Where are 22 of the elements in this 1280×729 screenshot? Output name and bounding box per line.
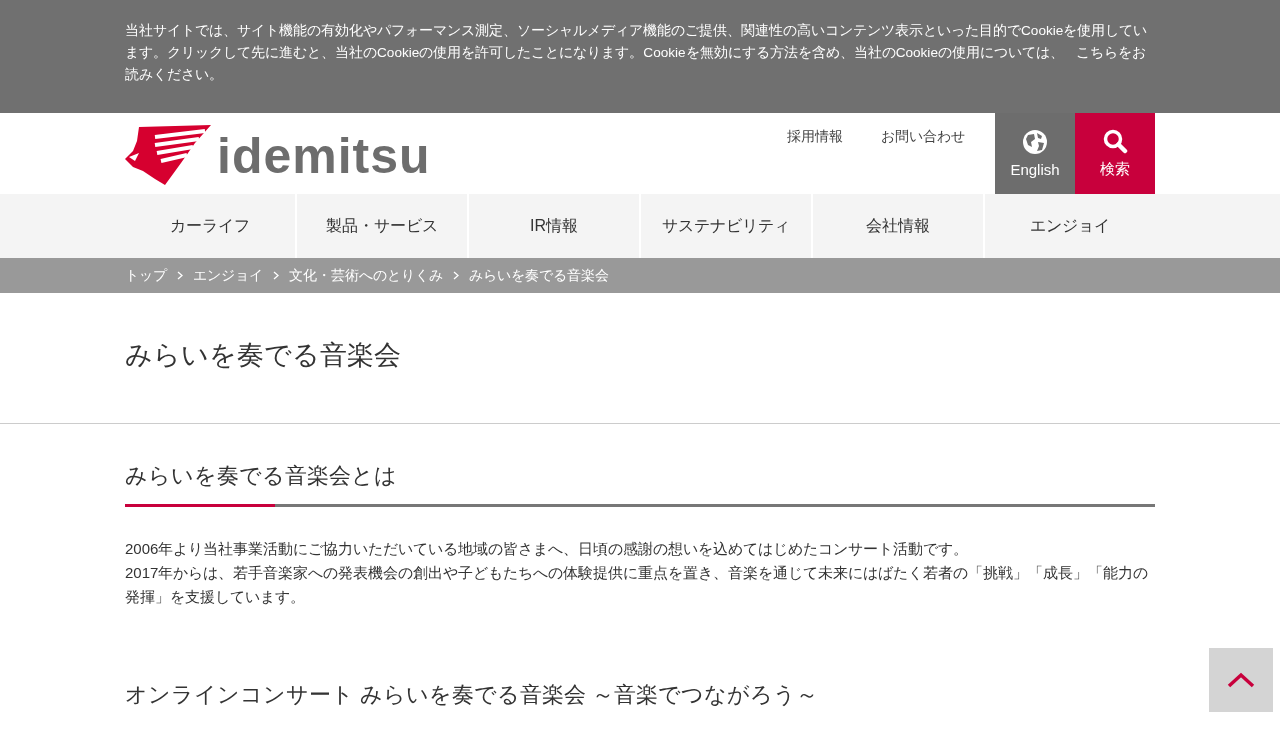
header-link[interactable]: お問い合わせ bbox=[881, 128, 965, 146]
section-heading: オンラインコンサート みらいを奏でる音楽会 ～音楽でつながろう～ bbox=[125, 681, 820, 709]
chevron-icon bbox=[273, 271, 279, 280]
logo-wordmark[interactable]: idemitsu bbox=[217, 130, 431, 181]
cookie-policy-link[interactable]: こちら bbox=[1075, 45, 1118, 60]
cookie-notice: 当社サイトでは、サイト機能の有効化やパフォーマンス測定、ソーシャルメディア機能のご提供、関連性の高いコンテンツ表示といった目的でCookieを使用しています。クリックして先に進むと、当社のCookieの使用を許可したことになります。Cookieを無効にする方法を含め、当社のCookieの使用については、 こちら をお読みください。 bbox=[125, 22, 1149, 84]
header-link[interactable]: 採用情報 bbox=[787, 128, 843, 146]
globe-icon bbox=[1022, 129, 1048, 155]
chevron-icon bbox=[453, 271, 459, 280]
breadcrumb-current: みらいを奏でる音楽会 bbox=[469, 266, 609, 285]
paragraph: 2017年からは、若手音楽家への発表機会の創出や子どもたちへの体験提供に重点を置き、音楽を通じて未来にはばたく若者の「挑戦」「成長」「能力の発揮」を支援しています。 bbox=[125, 563, 1150, 607]
nav-item[interactable]: カーライフ bbox=[125, 194, 295, 258]
search-icon bbox=[1102, 128, 1128, 154]
page-title: みらいを奏でる音楽会 bbox=[125, 339, 402, 372]
search-button[interactable]: 検索 bbox=[1075, 113, 1155, 194]
logo-emblem-icon bbox=[125, 122, 211, 185]
chevron-icon bbox=[177, 271, 183, 280]
english-button[interactable]: English bbox=[995, 113, 1075, 194]
chevron-up-icon bbox=[1227, 672, 1255, 688]
section-heading: みらいを奏でる音楽会とは bbox=[125, 462, 398, 490]
back-to-top-button[interactable] bbox=[1209, 648, 1273, 712]
paragraph: 2006年より当社事業活動にご協力いただいている地域の皆さまへ、日頃の感謝の想いを込めてはじめたコンサート活動です。 bbox=[125, 539, 970, 559]
